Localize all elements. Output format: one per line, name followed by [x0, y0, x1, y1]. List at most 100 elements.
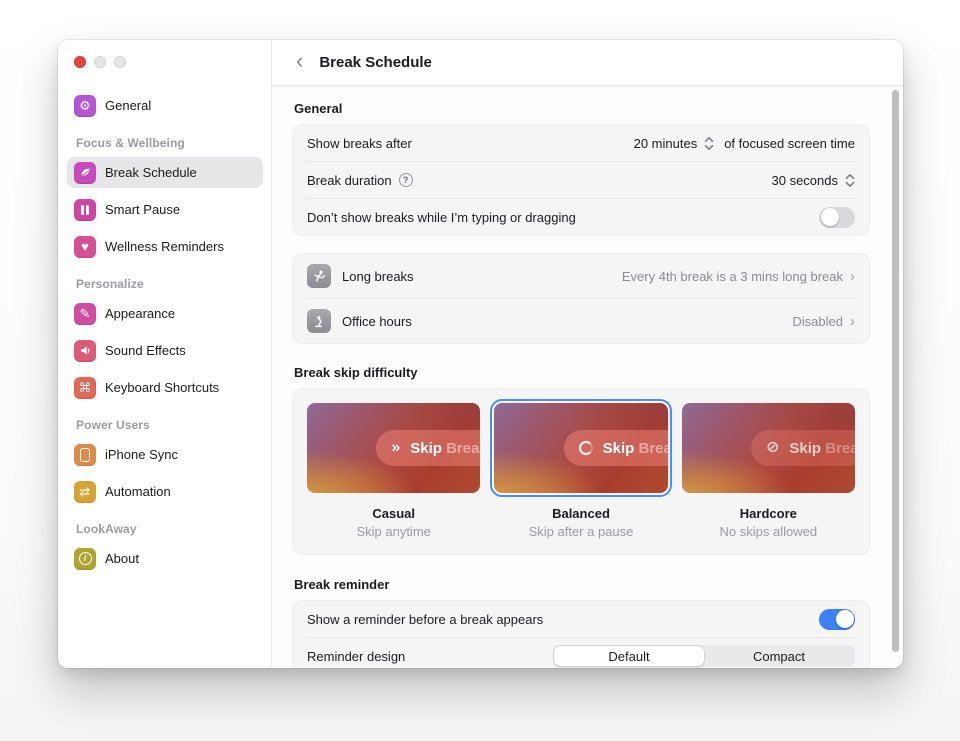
close-window-button[interactable] — [74, 56, 86, 68]
sidebar-item-label: Break Schedule — [105, 165, 197, 180]
gear-icon: ⚙ — [74, 95, 96, 117]
sidebar-item-label: Wellness Reminders — [105, 239, 224, 254]
heart-glyph: ♥ — [81, 240, 89, 253]
break-duration-value: 30 seconds — [772, 173, 839, 188]
breaks-after-stepper[interactable] — [704, 136, 714, 151]
skip-break-pill: Skip Break — [564, 430, 668, 466]
main-pane: ‹ Break Schedule General Show breaks aft… — [272, 40, 903, 668]
breaks-after-value: 20 minutes — [634, 136, 698, 151]
sidebar-item-label: iPhone Sync — [105, 447, 178, 462]
double-chevron-icon: » — [391, 440, 400, 456]
sidebar-item-label: Sound Effects — [105, 343, 186, 358]
sidebar-item-automation[interactable]: ⇄ Automation — [67, 476, 263, 507]
difficulty-subtitle: No skips allowed — [682, 524, 855, 539]
sidebar-item-about[interactable]: i About — [67, 543, 263, 574]
iphone-icon — [74, 444, 96, 466]
sidebar-item-label: General — [105, 98, 151, 113]
sidebar-item-break-schedule[interactable]: Break Schedule — [67, 157, 263, 188]
break-duration-stepper[interactable] — [845, 173, 855, 188]
sidebar-item-label: Appearance — [105, 306, 175, 321]
sidebar-item-iphone-sync[interactable]: iPhone Sync — [67, 439, 263, 470]
help-icon[interactable]: ? — [399, 173, 413, 187]
sidebar-item-label: Smart Pause — [105, 202, 180, 217]
settings-window: ⚙ General Focus & Wellbeing Break Schedu… — [58, 40, 903, 668]
difficulty-card: » Skip Break Casual Skip anytime Skip Br… — [292, 388, 870, 555]
reminder-card: Show a reminder before a break appears R… — [292, 600, 870, 668]
scrollbar[interactable] — [892, 90, 899, 652]
typing-dragging-row: Don’t show breaks while I’m typing or dr… — [293, 199, 869, 235]
gear-glyph: ⚙ — [79, 99, 91, 112]
difficulty-option-balanced[interactable]: Skip Break Balanced Skip after a pause — [494, 403, 667, 539]
difficulty-option-casual[interactable]: » Skip Break Casual Skip anytime — [307, 403, 480, 539]
skip-break-pill: » Skip Break — [376, 430, 480, 466]
break-duration-row: Break duration ? 30 seconds — [293, 162, 869, 198]
minimize-window-button[interactable] — [94, 56, 106, 68]
sidebar-item-sound-effects[interactable]: Sound Effects — [67, 335, 263, 366]
pause-icon — [74, 199, 96, 221]
section-label-general: General — [294, 101, 870, 116]
row-label: Office hours — [342, 314, 412, 329]
sidebar-item-wellness-reminders[interactable]: ♥ Wellness Reminders — [67, 231, 263, 262]
breaks-after-suffix: of focused screen time — [724, 136, 855, 151]
sidebar: ⚙ General Focus & Wellbeing Break Schedu… — [58, 40, 272, 668]
segment-default[interactable]: Default — [554, 646, 704, 666]
sidebar-item-general[interactable]: ⚙ General — [67, 90, 263, 121]
spinner-icon — [579, 441, 593, 455]
command-icon: ⌘ — [74, 377, 96, 399]
office-hours-row[interactable]: Office hours Disabled › — [293, 299, 869, 343]
sidebar-group-header: LookAway — [76, 522, 263, 536]
reminder-design-segmented-control: Default Compact — [553, 645, 855, 667]
typing-dragging-toggle[interactable] — [819, 207, 855, 228]
row-label: Show breaks after — [307, 136, 412, 151]
section-label-reminder: Break reminder — [294, 577, 870, 592]
speaker-icon — [74, 340, 96, 362]
paintbrush-icon: ✎ — [74, 303, 96, 325]
zoom-window-button[interactable] — [114, 56, 126, 68]
window-controls — [67, 56, 263, 68]
row-label: Break duration — [307, 173, 392, 188]
casual-preview: » Skip Break — [307, 403, 480, 493]
chevron-right-icon: › — [850, 313, 855, 330]
difficulty-subtitle: Skip anytime — [307, 524, 480, 539]
repeat-icon: ⇄ — [74, 481, 96, 503]
skip-break-pill: ⊘ Skip Break — [751, 430, 855, 466]
info-glyph: i — [79, 552, 92, 565]
sidebar-item-label: Keyboard Shortcuts — [105, 380, 219, 395]
sidebar-group-header: Personalize — [76, 277, 263, 291]
section-label-difficulty: Break skip difficulty — [294, 365, 870, 380]
links-card: Long breaks Every 4th break is a 3 mins … — [292, 253, 870, 344]
back-button[interactable]: ‹ — [296, 50, 303, 75]
row-label: Reminder design — [307, 649, 405, 664]
reminder-toggle[interactable] — [819, 609, 855, 630]
repeat-glyph: ⇄ — [80, 485, 91, 498]
segment-compact[interactable]: Compact — [704, 646, 854, 666]
reminder-design-row: Reminder design Default Compact — [293, 638, 869, 668]
difficulty-option-hardcore[interactable]: ⊘ Skip Break Hardcore No skips allowed — [682, 403, 855, 539]
page-title: Break Schedule — [319, 54, 432, 71]
row-label: Don’t show breaks while I’m typing or dr… — [307, 210, 576, 225]
sidebar-item-smart-pause[interactable]: Smart Pause — [67, 194, 263, 225]
heart-icon: ♥ — [74, 236, 96, 258]
difficulty-subtitle: Skip after a pause — [494, 524, 667, 539]
desk-lamp-icon — [307, 309, 331, 333]
reminder-toggle-row: Show a reminder before a break appears — [293, 601, 869, 637]
sidebar-group-header: Focus & Wellbeing — [76, 136, 263, 150]
chevron-right-icon: › — [850, 268, 855, 285]
page-header: ‹ Break Schedule — [272, 40, 903, 86]
general-card: Show breaks after 20 minutes of focused … — [292, 124, 870, 236]
sidebar-item-label: About — [105, 551, 139, 566]
difficulty-name: Hardcore — [682, 506, 855, 521]
long-breaks-row[interactable]: Long breaks Every 4th break is a 3 mins … — [293, 254, 869, 298]
sidebar-item-appearance[interactable]: ✎ Appearance — [67, 298, 263, 329]
sidebar-item-label: Automation — [105, 484, 171, 499]
hardcore-preview: ⊘ Skip Break — [682, 403, 855, 493]
no-entry-icon: ⊘ — [766, 440, 779, 456]
paintbrush-glyph: ✎ — [80, 307, 91, 320]
leaf-icon — [74, 162, 96, 184]
difficulty-name: Casual — [307, 506, 480, 521]
command-glyph: ⌘ — [79, 381, 92, 394]
office-hours-value: Disabled — [792, 314, 843, 329]
sidebar-nav: ⚙ General Focus & Wellbeing Break Schedu… — [67, 90, 263, 574]
sidebar-item-keyboard-shortcuts[interactable]: ⌘ Keyboard Shortcuts — [67, 372, 263, 403]
stretch-figure-icon — [307, 264, 331, 288]
